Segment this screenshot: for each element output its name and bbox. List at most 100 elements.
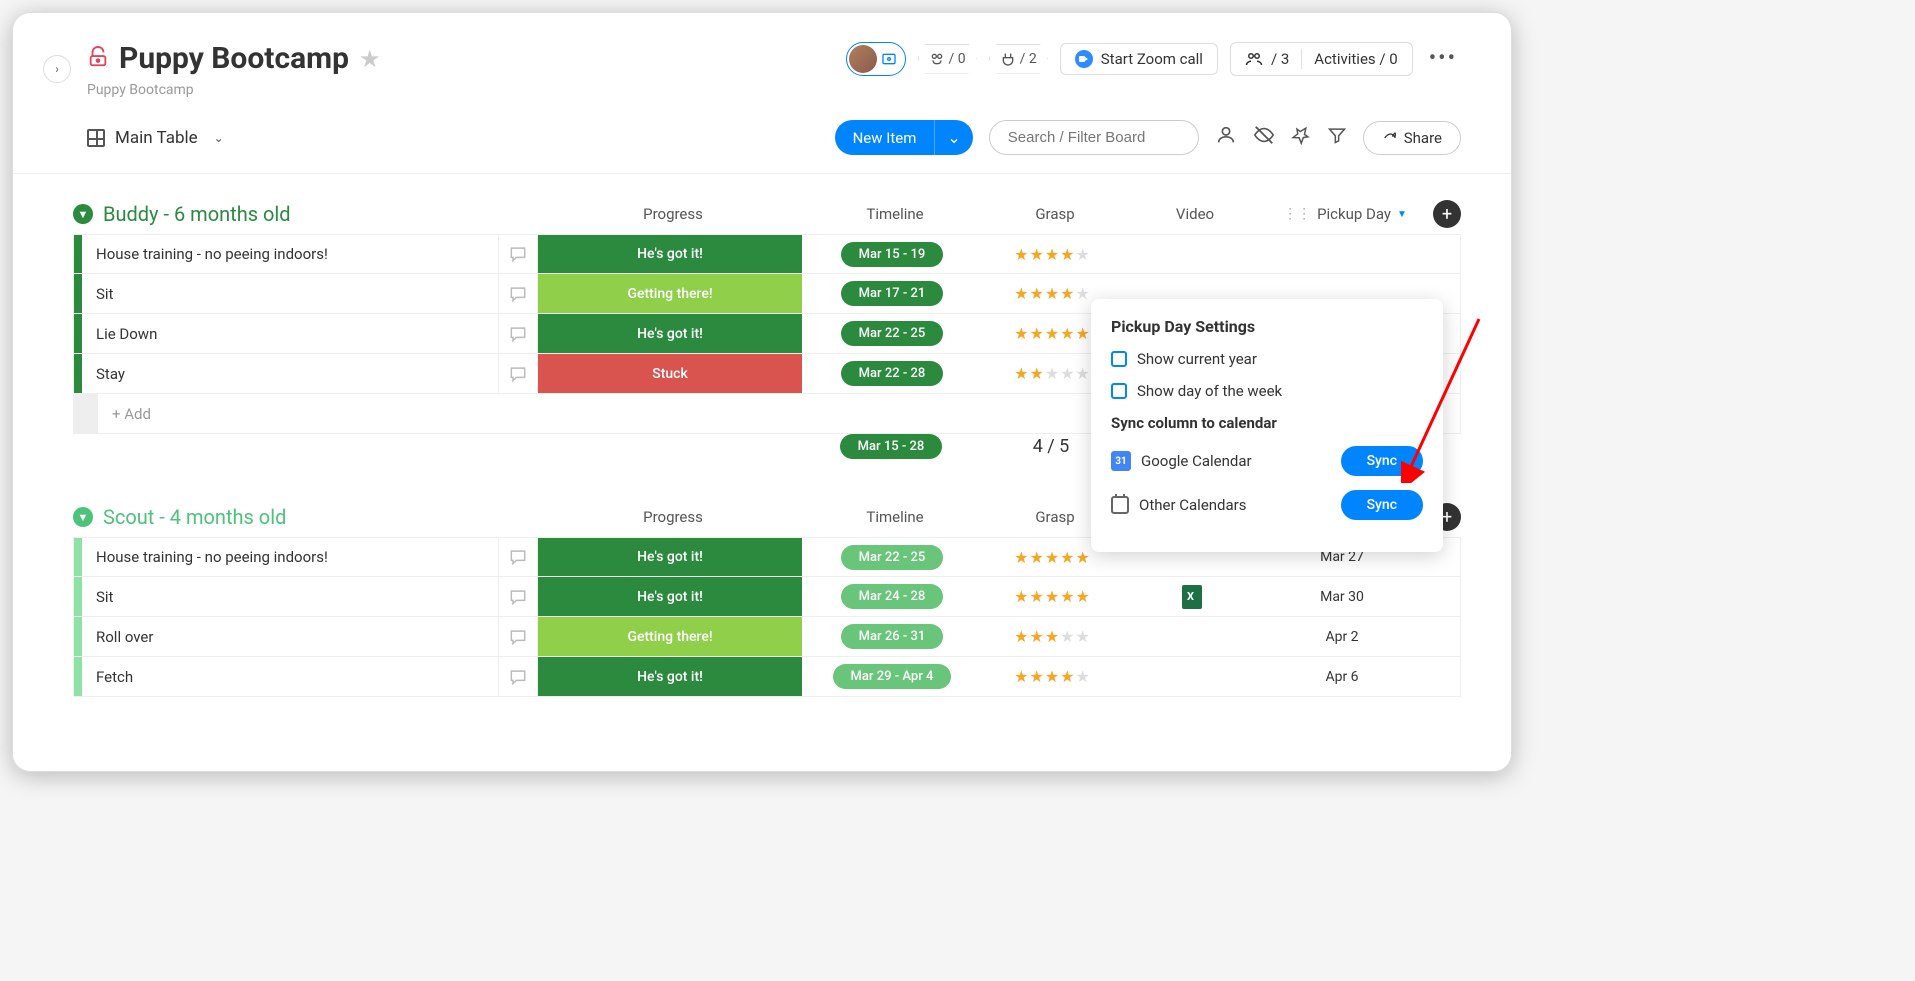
progress-cell[interactable]: He's got it! [538, 314, 802, 353]
pin-icon[interactable] [1291, 125, 1311, 150]
video-cell[interactable] [1122, 235, 1262, 273]
view-label: Main Table [115, 128, 198, 148]
grasp-cell[interactable]: ★★★★★ [982, 617, 1122, 656]
view-selector[interactable]: Main Table ⌄ [87, 128, 224, 148]
sync-google-button[interactable]: Sync [1341, 446, 1423, 476]
timeline-cell[interactable]: Mar 22 - 25 [802, 538, 982, 576]
group-collapse-toggle[interactable]: ▼ [73, 204, 93, 224]
item-name-cell[interactable]: House training - no peeing indoors! [82, 235, 498, 273]
video-cell[interactable] [1122, 577, 1262, 616]
grasp-cell[interactable]: ★★★★★ [982, 235, 1122, 273]
star-icon: ★ [1014, 364, 1028, 383]
timeline-cell[interactable]: Mar 29 - Apr 4 [802, 657, 982, 696]
board-owner-avatar[interactable] [846, 42, 906, 76]
column-menu-caret[interactable]: ▼ [1397, 209, 1407, 220]
column-header-timeline[interactable]: Timeline [805, 508, 985, 526]
item-name-cell[interactable]: Lie Down [82, 314, 498, 353]
timeline-cell[interactable]: Mar 22 - 25 [802, 314, 982, 353]
column-settings-popup: Pickup Day Settings Show current year Sh… [1091, 299, 1443, 552]
progress-cell[interactable]: He's got it! [538, 657, 802, 696]
table-row[interactable]: Fetch He's got it! Mar 29 - Apr 4 ★★★★★ … [73, 657, 1461, 697]
show-day-of-week-option[interactable]: Show day of the week [1111, 382, 1423, 400]
zoom-call-button[interactable]: Start Zoom call [1060, 43, 1218, 75]
conversation-icon[interactable] [498, 657, 538, 696]
group-name[interactable]: Scout - 4 months old [103, 505, 286, 529]
person-filter-icon[interactable] [1215, 124, 1237, 151]
progress-cell[interactable]: Stuck [538, 354, 802, 393]
new-item-button[interactable]: New Item ⌄ [835, 120, 973, 155]
calendar-label: Google Calendar [1141, 452, 1252, 470]
column-header-video[interactable]: Video [1125, 205, 1265, 223]
progress-cell[interactable]: Getting there! [538, 617, 802, 656]
star-icon: ★ [1029, 667, 1043, 686]
grasp-cell[interactable]: ★★★★★ [982, 577, 1122, 616]
group-name[interactable]: Buddy - 6 months old [103, 202, 291, 226]
pickup-cell[interactable]: Apr 2 [1262, 617, 1422, 656]
hide-icon[interactable] [1253, 124, 1275, 151]
group-collapse-toggle[interactable]: ▼ [73, 507, 93, 527]
more-menu-button[interactable]: ••• [1425, 46, 1461, 71]
progress-cell[interactable]: He's got it! [538, 235, 802, 273]
table-row[interactable]: Sit He's got it! Mar 24 - 28 ★★★★★ Mar 3… [73, 577, 1461, 617]
expand-sidebar-button[interactable]: › [43, 55, 71, 83]
column-header-grasp[interactable]: Grasp [985, 205, 1125, 223]
favorite-star-icon[interactable]: ★ [359, 45, 381, 73]
new-item-dropdown[interactable]: ⌄ [934, 120, 972, 155]
progress-cell[interactable]: Getting there! [538, 274, 802, 313]
conversation-icon[interactable] [498, 538, 538, 576]
timeline-cell[interactable]: Mar 15 - 19 [802, 235, 982, 273]
star-icon: ★ [1029, 364, 1043, 383]
item-name-cell[interactable]: Stay [82, 354, 498, 393]
conversation-icon[interactable] [498, 314, 538, 353]
star-icon: ★ [1045, 245, 1059, 264]
column-header-progress[interactable]: Progress [541, 205, 805, 223]
star-icon: ★ [1045, 284, 1059, 303]
column-header-pickup[interactable]: ⋮⋮ Pickup Day ▼ [1265, 205, 1425, 223]
option-label: Show current year [1137, 350, 1257, 368]
progress-cell[interactable]: He's got it! [538, 538, 802, 576]
column-header-progress[interactable]: Progress [541, 508, 805, 526]
timeline-cell[interactable]: Mar 17 - 21 [802, 274, 982, 313]
item-name-cell[interactable]: Sit [82, 577, 498, 616]
search-input[interactable] [989, 120, 1199, 155]
conversation-icon[interactable] [498, 235, 538, 273]
progress-cell[interactable]: He's got it! [538, 577, 802, 616]
board-title[interactable]: Puppy Bootcamp [119, 41, 349, 76]
timeline-cell[interactable]: Mar 22 - 28 [802, 354, 982, 393]
conversation-icon[interactable] [498, 577, 538, 616]
video-cell[interactable] [1122, 617, 1262, 656]
filter-icon[interactable] [1327, 125, 1347, 150]
share-button[interactable]: Share [1363, 121, 1461, 155]
item-name-cell[interactable]: Sit [82, 274, 498, 313]
sync-other-button[interactable]: Sync [1341, 490, 1423, 520]
conversation-icon[interactable] [498, 354, 538, 393]
table-icon [87, 129, 105, 147]
conversation-icon[interactable] [498, 274, 538, 313]
add-column-button[interactable]: + [1433, 200, 1461, 228]
people-activities-pill[interactable]: / 3 Activities / 0 [1230, 42, 1413, 76]
item-name-cell[interactable]: Roll over [82, 617, 498, 656]
share-icon [1382, 130, 1398, 146]
row-color-bar [74, 657, 82, 696]
row-color-bar [74, 235, 82, 273]
pickup-cell[interactable] [1262, 235, 1422, 273]
popup-title: Pickup Day Settings [1111, 317, 1423, 336]
column-header-timeline[interactable]: Timeline [805, 205, 985, 223]
show-current-year-option[interactable]: Show current year [1111, 350, 1423, 368]
item-name-cell[interactable]: Fetch [82, 657, 498, 696]
video-cell[interactable] [1122, 657, 1262, 696]
automations-pill[interactable]: / 0 [918, 44, 977, 74]
drag-handle-icon[interactable]: ⋮⋮ [1283, 206, 1311, 222]
integrations-pill[interactable]: / 2 [989, 44, 1048, 74]
table-row[interactable]: House training - no peeing indoors! He's… [73, 234, 1461, 274]
item-name-cell[interactable]: House training - no peeing indoors! [82, 538, 498, 576]
excel-file-icon[interactable] [1182, 585, 1202, 609]
table-row[interactable]: Roll over Getting there! Mar 26 - 31 ★★★… [73, 617, 1461, 657]
pickup-cell[interactable]: Apr 6 [1262, 657, 1422, 696]
grasp-cell[interactable]: ★★★★★ [982, 657, 1122, 696]
pickup-cell[interactable]: Mar 30 [1262, 577, 1422, 616]
timeline-cell[interactable]: Mar 26 - 31 [802, 617, 982, 656]
timeline-cell[interactable]: Mar 24 - 28 [802, 577, 982, 616]
conversation-icon[interactable] [498, 617, 538, 656]
zoom-icon [1075, 50, 1093, 68]
